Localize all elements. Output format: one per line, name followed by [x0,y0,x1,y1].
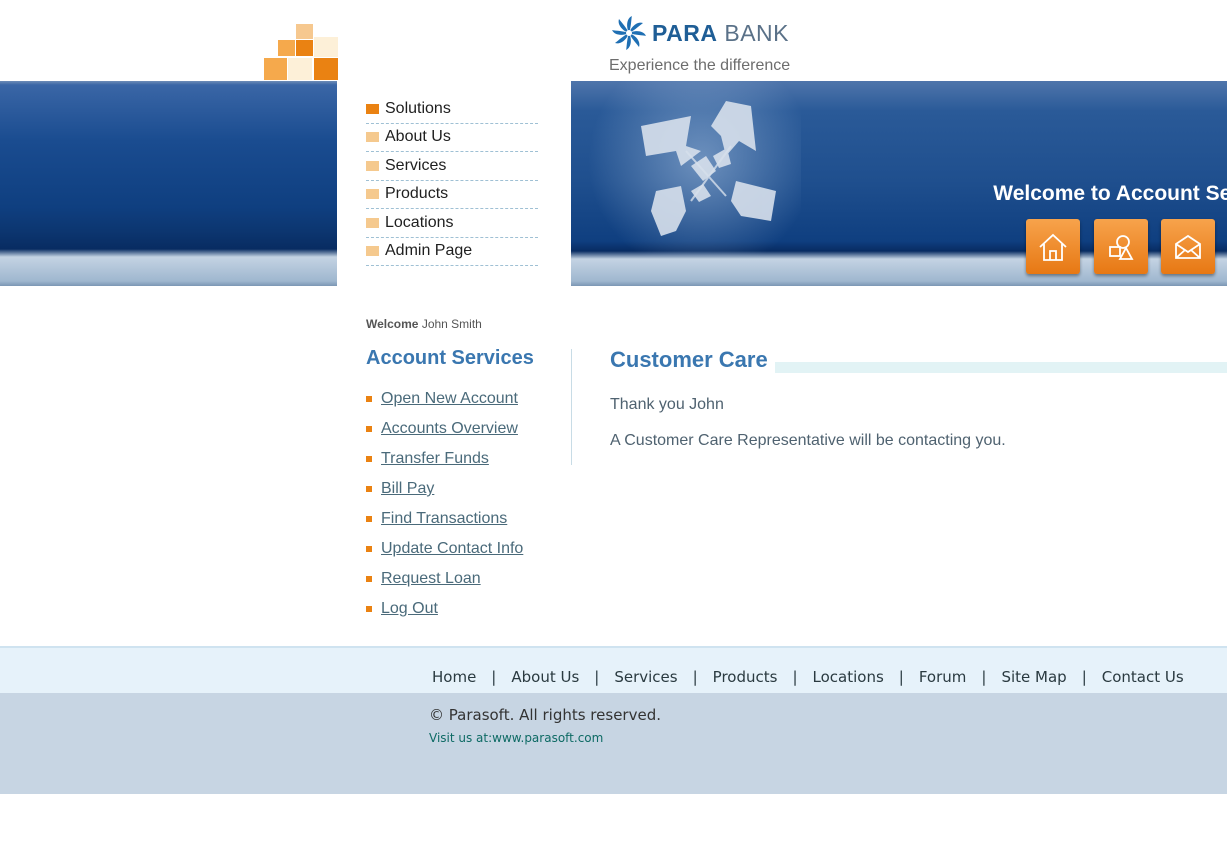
footer-separator: | [692,668,698,686]
banner-left [0,81,337,286]
menu-item-about-us[interactable]: About Us [366,124,538,152]
bullet-icon [366,396,372,402]
logo-bank: BANK [724,19,789,46]
menu-item-locations[interactable]: Locations [366,209,538,238]
visit-link[interactable]: Visit us at:www.parasoft.com [429,731,603,745]
bullet-icon [366,160,379,171]
footer-link-contact-us[interactable]: Contact Us [1102,668,1184,686]
menu-item-admin-page[interactable]: Admin Page [366,238,538,266]
confirmation-message: A Customer Care Representative will be c… [610,432,1006,449]
home-icon [1039,233,1067,261]
bill-pay-link[interactable]: Bill Pay [381,480,434,498]
menu-item-label: Admin Page [385,242,473,260]
contact-button[interactable] [1161,219,1215,274]
banner-right: Welcome to Account Servi [571,81,1227,286]
menu-item-products[interactable]: Products [366,181,538,209]
list-item: Accounts Overview [366,414,523,444]
logo-text: PARA BANK [652,20,789,47]
footer-separator: | [1081,668,1087,686]
arrows-graphic-icon [641,101,776,236]
user-name: John Smith [421,317,482,331]
footer-link-forum[interactable]: Forum [919,668,967,686]
bullet-icon [366,426,372,432]
bullet-icon [366,576,372,582]
bullet-icon [366,217,379,228]
page-title: Customer Care [610,347,768,372]
find-transactions-link[interactable]: Find Transactions [381,510,507,528]
about-button[interactable] [1094,219,1148,274]
about-icon [1109,234,1134,260]
bullet-icon [366,486,372,492]
list-item: Request Loan [366,564,523,594]
footer-separator: | [792,668,798,686]
list-item: Bill Pay [366,474,523,504]
menu-item-solutions[interactable]: Solutions [366,95,538,124]
bullet-icon [366,132,379,143]
footer-link-products[interactable]: Products [713,668,778,686]
parabank-logo[interactable]: PARA BANK [610,14,789,52]
menu-item-label: Solutions [385,99,451,117]
update-contact-info-link[interactable]: Update Contact Info [381,540,523,558]
thank-you-text: Thank you John [610,396,724,413]
footer-separator: | [981,668,987,686]
menu-item-label: About Us [385,128,451,146]
footer-link-about-us[interactable]: About Us [511,668,579,686]
welcome-label: Welcome [366,317,419,331]
list-item: Transfer Funds [366,444,523,474]
envelope-icon [1175,234,1201,259]
pinwheel-logo-icon [612,16,646,50]
decorative-blocks [264,24,338,80]
bullet-icon [366,516,372,522]
bullet-icon [366,546,372,552]
bullet-icon [366,606,372,612]
tagline: Experience the difference [609,57,791,74]
logo-para: PARA [652,19,718,46]
footer-link-home[interactable]: Home [432,668,476,686]
solutions-menu: Solutions About Us Services Products Loc… [366,95,538,266]
bullet-icon [366,246,379,257]
bullet-icon [366,456,372,462]
banner-welcome-text: Welcome to Account Servi [993,182,1227,205]
log-out-link[interactable]: Log Out [381,600,438,618]
copyright-text: © Parasoft. All rights reserved. [429,706,661,724]
menu-item-label: Products [385,185,449,203]
menu-item-label: Locations [385,213,454,231]
accounts-overview-link[interactable]: Accounts Overview [381,420,518,438]
menu-item-label: Services [385,156,447,174]
list-item: Update Contact Info [366,534,523,564]
footer-link-locations[interactable]: Locations [813,668,884,686]
open-new-account-link[interactable]: Open New Account [381,390,518,408]
title-underline [775,362,1227,373]
list-item: Open New Account [366,384,523,414]
footer-separator: | [594,668,600,686]
account-services-list: Open New Account Accounts Overview Trans… [366,384,523,624]
footer-link-site-map[interactable]: Site Map [1001,668,1066,686]
footer-separator: | [491,668,497,686]
bullet-icon [366,103,379,114]
home-button[interactable] [1026,219,1080,274]
transfer-funds-link[interactable]: Transfer Funds [381,450,489,468]
list-item: Log Out [366,594,523,624]
footer-nav: Home | About Us | Services | Products | Loca… [432,668,1184,686]
bullet-icon [366,189,379,200]
solutions-panel: Solutions About Us Services Products Loc… [337,81,571,316]
menu-item-services[interactable]: Services [366,152,538,181]
request-loan-link[interactable]: Request Loan [381,570,481,588]
footer-separator: | [898,668,904,686]
footer-link-services[interactable]: Services [614,668,677,686]
list-item: Find Transactions [366,504,523,534]
welcome-message: Welcome John Smith [366,317,482,331]
account-services-title: Account Services [366,347,534,369]
column-divider [571,349,572,465]
